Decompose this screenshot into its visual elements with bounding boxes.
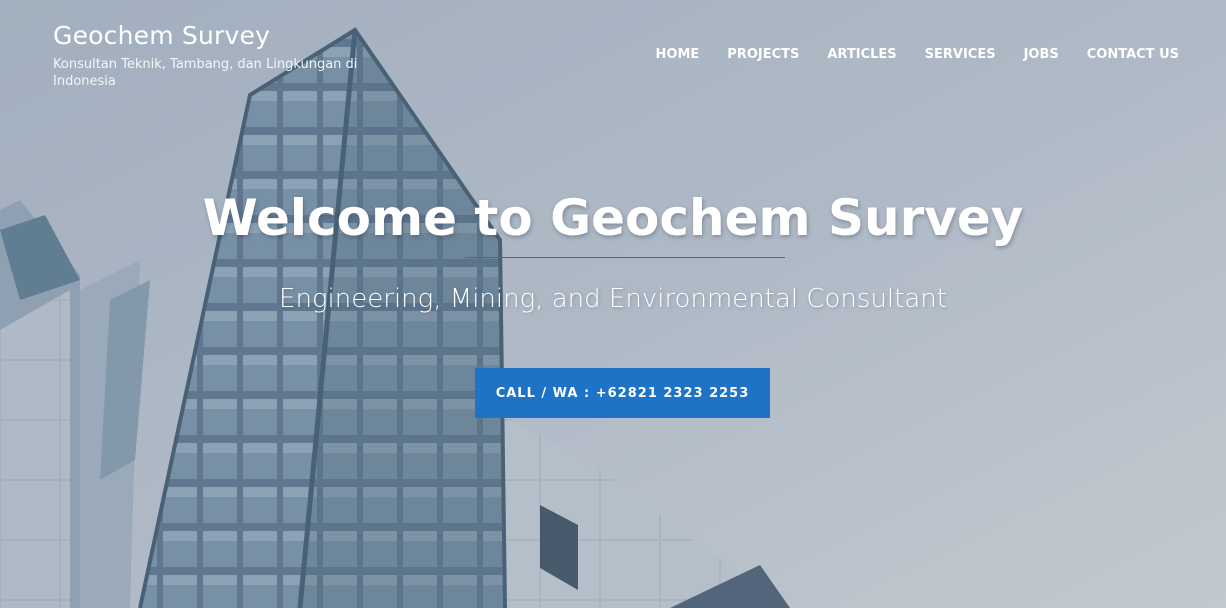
hero-subtitle: Engineering, Mining, and Environmental C… (279, 284, 947, 314)
nav-item-articles[interactable]: ARTICLES (827, 45, 896, 65)
nav-item-contact-us[interactable]: CONTACT US (1087, 45, 1179, 65)
site-title[interactable]: Geochem Survey (53, 20, 413, 52)
site-tagline: Konsultan Teknik, Tambang, dan Lingkunga… (53, 57, 358, 89)
nav-item-services[interactable]: SERVICES (925, 45, 996, 65)
hero-divider (465, 257, 785, 258)
hero-section: Geochem Survey Konsultan Teknik, Tambang… (0, 0, 1226, 608)
main-navigation: HOME PROJECTS ARTICLES SERVICES JOBS CON… (628, 45, 1179, 65)
nav-item-projects[interactable]: PROJECTS (727, 45, 799, 65)
nav-item-home[interactable]: HOME (656, 45, 700, 65)
site-brand: Geochem Survey Konsultan Teknik, Tambang… (53, 20, 413, 90)
hero-title: Welcome to Geochem Survey (202, 189, 1024, 247)
call-whatsapp-button[interactable]: CALL / WA : +62821 2323 2253 (475, 368, 770, 418)
nav-item-jobs[interactable]: JOBS (1024, 45, 1059, 65)
